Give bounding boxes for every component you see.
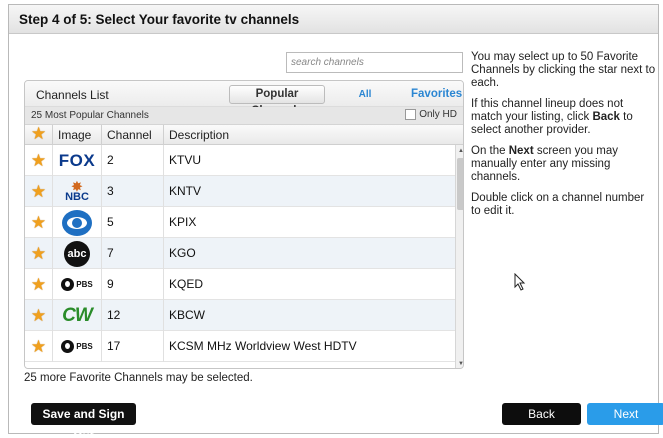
fox-logo-icon: FOX	[58, 150, 96, 170]
channel-logo: abc	[52, 238, 101, 269]
channel-number[interactable]: 5	[101, 207, 163, 238]
pbs-logo-icon: PBS	[61, 340, 93, 353]
column-headers: ★ Image Channel Description	[25, 125, 463, 145]
star-icon: ★	[31, 124, 47, 143]
channel-description: KNTV	[163, 176, 455, 207]
only-hd-checkbox[interactable]	[405, 109, 417, 120]
column-header-description[interactable]: Description	[163, 125, 455, 145]
column-header-channel[interactable]: Channel	[101, 125, 163, 145]
help-paragraph-1: You may select up to 50 Favorite Channel…	[471, 51, 656, 89]
table-row[interactable]: ★ PBS 17 KCSM MHz Worldview West HDTV	[25, 331, 455, 362]
channel-logo: CW	[52, 300, 101, 331]
list-subtitle: 25 Most Popular Channels	[31, 110, 149, 121]
channels-list-panel: Channels List Popular Channels All Chann…	[24, 80, 464, 369]
table-row[interactable]: ★ PBS 9 KQED	[25, 269, 455, 300]
table-row[interactable]: ★ FOX 2 KTVU	[25, 145, 455, 176]
channel-number[interactable]: 2	[101, 145, 163, 176]
list-scrollbar[interactable]: ▲ ▼	[455, 145, 463, 368]
cw-logo-icon: CW	[62, 304, 93, 326]
channel-logo: ✸ NBC	[52, 176, 101, 207]
channel-number[interactable]: 9	[101, 269, 163, 300]
tab-popular-channels[interactable]: Popular Channels	[229, 85, 325, 117]
channel-number[interactable]: 17	[101, 331, 163, 362]
abc-logo-icon: abc	[64, 240, 90, 267]
panel-header: Channels List Popular Channels All Chann…	[25, 81, 463, 119]
channel-number[interactable]: 12	[101, 300, 163, 331]
remaining-favorites-text: 25 more Favorite Channels may be selecte…	[24, 372, 253, 384]
channel-description: KGO	[163, 238, 455, 269]
channel-description: KQED	[163, 269, 455, 300]
cbs-logo-icon	[62, 209, 92, 236]
dialog-title: Step 4 of 5: Select Your favorite tv cha…	[9, 5, 658, 34]
channel-logo: PBS	[52, 269, 101, 300]
scroll-up-icon[interactable]: ▲	[456, 145, 463, 157]
table-row[interactable]: ★ CW 12 KBCW	[25, 300, 455, 331]
panel-title: Channels List	[36, 88, 109, 102]
channel-logo	[52, 207, 101, 238]
favorite-star-icon[interactable]: ★	[31, 338, 46, 355]
mouse-pointer-icon	[514, 273, 526, 291]
channel-selection-dialog: Step 4 of 5: Select Your favorite tv cha…	[8, 4, 663, 438]
help-paragraph-3: On the Next screen you may manually ente…	[471, 145, 619, 183]
channel-description: KTVU	[163, 145, 455, 176]
channel-number[interactable]: 3	[101, 176, 163, 207]
help-paragraph-2: If this channel lineup does not match yo…	[471, 98, 633, 136]
scroll-down-icon[interactable]: ▼	[456, 358, 463, 368]
list-subheader: 25 Most Popular Channels Only HD	[25, 107, 463, 125]
column-header-star[interactable]: ★	[25, 125, 52, 145]
help-paragraph-4: Double click on a channel number to edit…	[471, 192, 645, 217]
column-header-image[interactable]: Image	[52, 125, 101, 145]
channel-description: KBCW	[163, 300, 455, 331]
channel-description: KPIX	[163, 207, 455, 238]
channel-number[interactable]: 7	[101, 238, 163, 269]
table-row[interactable]: ★ 5 KPIX	[25, 207, 455, 238]
search-channels-input[interactable]	[286, 52, 463, 73]
nbc-logo-icon: ✸ NBC	[65, 178, 89, 203]
tab-all-channels[interactable]: All Channels	[331, 85, 399, 119]
table-row[interactable]: ★ abc 7 KGO	[25, 238, 455, 269]
channel-description: KCSM MHz Worldview West HDTV	[163, 331, 455, 362]
channel-logo: PBS	[52, 331, 101, 362]
next-button[interactable]: Next	[587, 403, 663, 425]
favorite-star-icon[interactable]: ★	[31, 245, 46, 262]
table-row[interactable]: ★ ✸ NBC 3 KNTV	[25, 176, 455, 207]
favorite-star-icon[interactable]: ★	[31, 183, 46, 200]
channel-logo: FOX	[52, 145, 101, 176]
favorite-star-icon[interactable]: ★	[31, 214, 46, 231]
only-hd-toggle[interactable]: Only HD	[405, 109, 457, 120]
pbs-logo-icon: PBS	[61, 278, 93, 291]
channel-rows: ★ FOX 2 KTVU ★ ✸ NBC 3 KNTV ★ 5 KPIX ★ a…	[25, 145, 455, 368]
scrollbar-thumb[interactable]	[457, 158, 463, 210]
favorite-star-icon[interactable]: ★	[31, 152, 46, 169]
save-and-sign-out-button[interactable]: Save and Sign Out	[31, 403, 136, 438]
favorite-star-icon[interactable]: ★	[31, 276, 46, 293]
tab-favorites[interactable]: Favorites	[405, 85, 462, 104]
back-button[interactable]: Back	[502, 403, 581, 425]
favorite-star-icon[interactable]: ★	[31, 307, 46, 324]
only-hd-label: Only HD	[419, 109, 457, 120]
help-text: You may select up to 50 Favorite Channel…	[471, 51, 656, 226]
